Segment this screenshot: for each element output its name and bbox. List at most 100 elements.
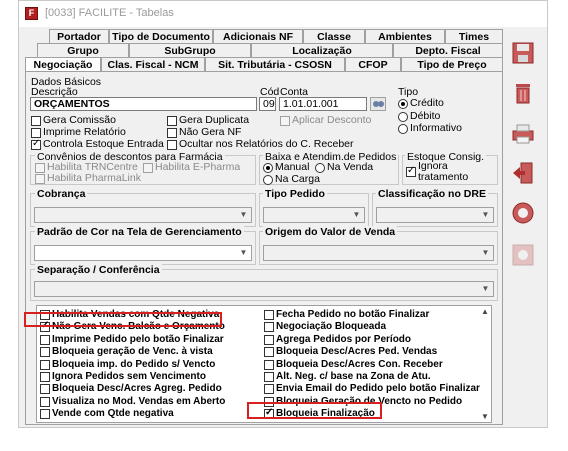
right-option-checkbox[interactable]: [264, 347, 274, 358]
right-option-checkbox[interactable]: [264, 322, 274, 333]
highlight-bloqueia-finalizacao: [247, 402, 382, 419]
tab-grupo[interactable]: Grupo: [37, 43, 129, 57]
cobranca-label: Cobrança: [35, 188, 88, 200]
tab-classe[interactable]: Classe: [303, 29, 365, 43]
gera-duplicata-checkbox[interactable]: [167, 116, 177, 126]
right-option-checkbox[interactable]: [264, 310, 274, 320]
tab-clas-fiscal-ncm[interactable]: Clas. Fiscal - NCM: [101, 57, 205, 71]
separacao-label: Separação / Conferência: [35, 264, 162, 276]
right-option-checkbox[interactable]: [264, 372, 274, 382]
tab-depto-fiscal[interactable]: Depto. Fiscal: [393, 43, 503, 57]
conta-lookup-button[interactable]: [370, 97, 386, 111]
cod-input[interactable]: 09: [259, 97, 276, 111]
ocultar-relatorios-label: Ocultar nos Relatórios do C. Receber: [179, 138, 354, 150]
tipo-debito-radio[interactable]: [398, 112, 408, 122]
ignora-tratamento-checkbox[interactable]: [406, 165, 416, 177]
padrao-cor-select[interactable]: ▼: [34, 245, 252, 261]
help-button[interactable]: [511, 201, 535, 225]
window-title: [0033] FACILITE - Tabelas: [45, 7, 174, 19]
title-bar: F [0033] FACILITE - Tabelas: [19, 1, 547, 27]
gera-comissao-checkbox[interactable]: [31, 116, 41, 126]
tab-row-1: Portador Tipo de Documento Adicionais NF…: [25, 29, 503, 43]
right-option-checkbox[interactable]: [264, 384, 274, 395]
tab-ambientes[interactable]: Ambientes: [365, 29, 445, 43]
baixa-manual-label: Manual: [275, 161, 310, 173]
scroll-down-icon[interactable]: ▼: [479, 412, 491, 421]
imprime-relatorio-checkbox[interactable]: [31, 128, 41, 138]
tab-subgrupo[interactable]: SubGrupo: [129, 43, 251, 57]
right-option-label: Alt. Neg. c/ base na Zona de Atu.: [276, 371, 431, 382]
tab-cfop[interactable]: CFOP: [345, 57, 401, 71]
tab-tipo-preco[interactable]: Tipo de Preço: [401, 57, 503, 71]
tab-row-3: Negociação Clas. Fiscal - NCM Sit. Tribu…: [25, 57, 503, 73]
left-option-label: Bloqueia Desc/Acres Agreg. Pedido: [52, 383, 222, 395]
pharmalink-label: Habilita PharmaLink: [47, 172, 141, 184]
controla-estoque-checkbox[interactable]: [31, 138, 41, 150]
scroll-up-icon[interactable]: ▲: [479, 307, 491, 316]
dre-select[interactable]: ▼: [376, 207, 494, 223]
left-option-label: Bloqueia geração de Venc. à vista: [52, 346, 213, 358]
trncentre-checkbox[interactable]: [35, 163, 45, 173]
lookup-icon: [373, 101, 384, 107]
tipo-informativo-radio[interactable]: [398, 124, 408, 134]
baixa-na-venda-label: Na Venda: [327, 161, 374, 173]
controla-estoque-label: Controla Estoque Entrada: [43, 138, 164, 150]
left-option-checkbox[interactable]: [40, 409, 50, 420]
save-button[interactable]: [511, 41, 535, 65]
right-option-label: Envia Email do Pedido pelo botão Finaliz…: [276, 383, 480, 395]
left-option-label: Visualiza no Mod. Vendas em Aberto: [52, 395, 226, 407]
baixa-na-carga-radio[interactable]: [263, 175, 273, 185]
right-option-checkbox[interactable]: [264, 334, 274, 345]
tab-portador[interactable]: Portador: [49, 29, 109, 43]
delete-button[interactable]: [511, 81, 535, 105]
conta-input[interactable]: 1.01.01.001: [279, 97, 367, 111]
epharma-label: Habilita E-Pharma: [155, 161, 241, 173]
epharma-checkbox[interactable]: [143, 163, 153, 173]
left-option-label: Vende com Qtde negativa: [52, 408, 174, 420]
tab-sit-tributaria[interactable]: Sit. Tributária - CSOSN: [205, 57, 345, 71]
ocultar-relatorios-checkbox[interactable]: [167, 140, 177, 150]
settings-icon: [512, 244, 534, 266]
cobranca-select[interactable]: ▼: [34, 207, 252, 223]
right-option-checkbox[interactable]: [264, 359, 274, 370]
save-icon: [512, 42, 534, 64]
nao-gera-nf-checkbox[interactable]: [167, 128, 177, 138]
negociacao-panel: Dados Básicos Descrição ORÇAMENTOS Cód 0…: [25, 71, 503, 425]
left-option-checkbox[interactable]: [40, 384, 50, 395]
help-icon: [512, 202, 534, 224]
separacao-select[interactable]: ▼: [34, 281, 494, 297]
left-option-checkbox[interactable]: [40, 359, 50, 370]
tipo-credito-radio[interactable]: [398, 99, 408, 109]
left-option-checkbox[interactable]: [40, 372, 50, 382]
chevron-down-icon: ▼: [239, 248, 248, 257]
baixa-manual-radio[interactable]: [263, 163, 273, 173]
imprime-relatorio-label: Imprime Relatório: [43, 126, 126, 138]
aplicar-desconto-checkbox[interactable]: [280, 116, 290, 126]
tab-localizacao[interactable]: Localização: [251, 43, 393, 57]
gera-duplicata-label: Gera Duplicata: [179, 114, 250, 126]
left-option-checkbox[interactable]: [40, 334, 50, 345]
origem-valor-select[interactable]: ▼: [263, 245, 494, 261]
exit-button[interactable]: [511, 161, 535, 185]
tipo-pedido-select[interactable]: ▼: [263, 207, 365, 223]
gera-comissao-label: Gera Comissão: [43, 114, 116, 126]
baixa-na-venda-radio[interactable]: [315, 163, 325, 173]
pharmalink-checkbox[interactable]: [35, 174, 45, 184]
tipo-debito-label: Débito: [410, 110, 441, 122]
origem-valor-label: Origem do Valor de Venda: [263, 226, 398, 238]
tab-times[interactable]: Times: [445, 29, 503, 43]
right-option-label: Bloqueia Desc/Acres Ped. Vendas: [276, 346, 438, 358]
left-option-checkbox[interactable]: [40, 347, 50, 358]
descricao-input[interactable]: ORÇAMENTOS: [30, 97, 257, 111]
tab-tipo-documento[interactable]: Tipo de Documento: [109, 29, 213, 43]
nao-gera-nf-label: Não Gera NF: [179, 126, 242, 138]
right-option-label: Bloqueia Desc/Acres Con. Receber: [276, 358, 443, 370]
left-option-checkbox[interactable]: [40, 396, 50, 407]
settings-button[interactable]: [511, 243, 535, 267]
tipo-pedido-label: Tipo Pedido: [263, 188, 327, 200]
right-option-label: Fecha Pedido no botão Finalizar: [276, 309, 430, 320]
padrao-cor-label: Padrão de Cor na Tela de Gerenciamento: [35, 226, 244, 238]
print-button[interactable]: [511, 121, 535, 145]
chevron-down-icon: ▼: [481, 210, 490, 219]
tab-adicionais-nf[interactable]: Adicionais NF: [213, 29, 303, 43]
